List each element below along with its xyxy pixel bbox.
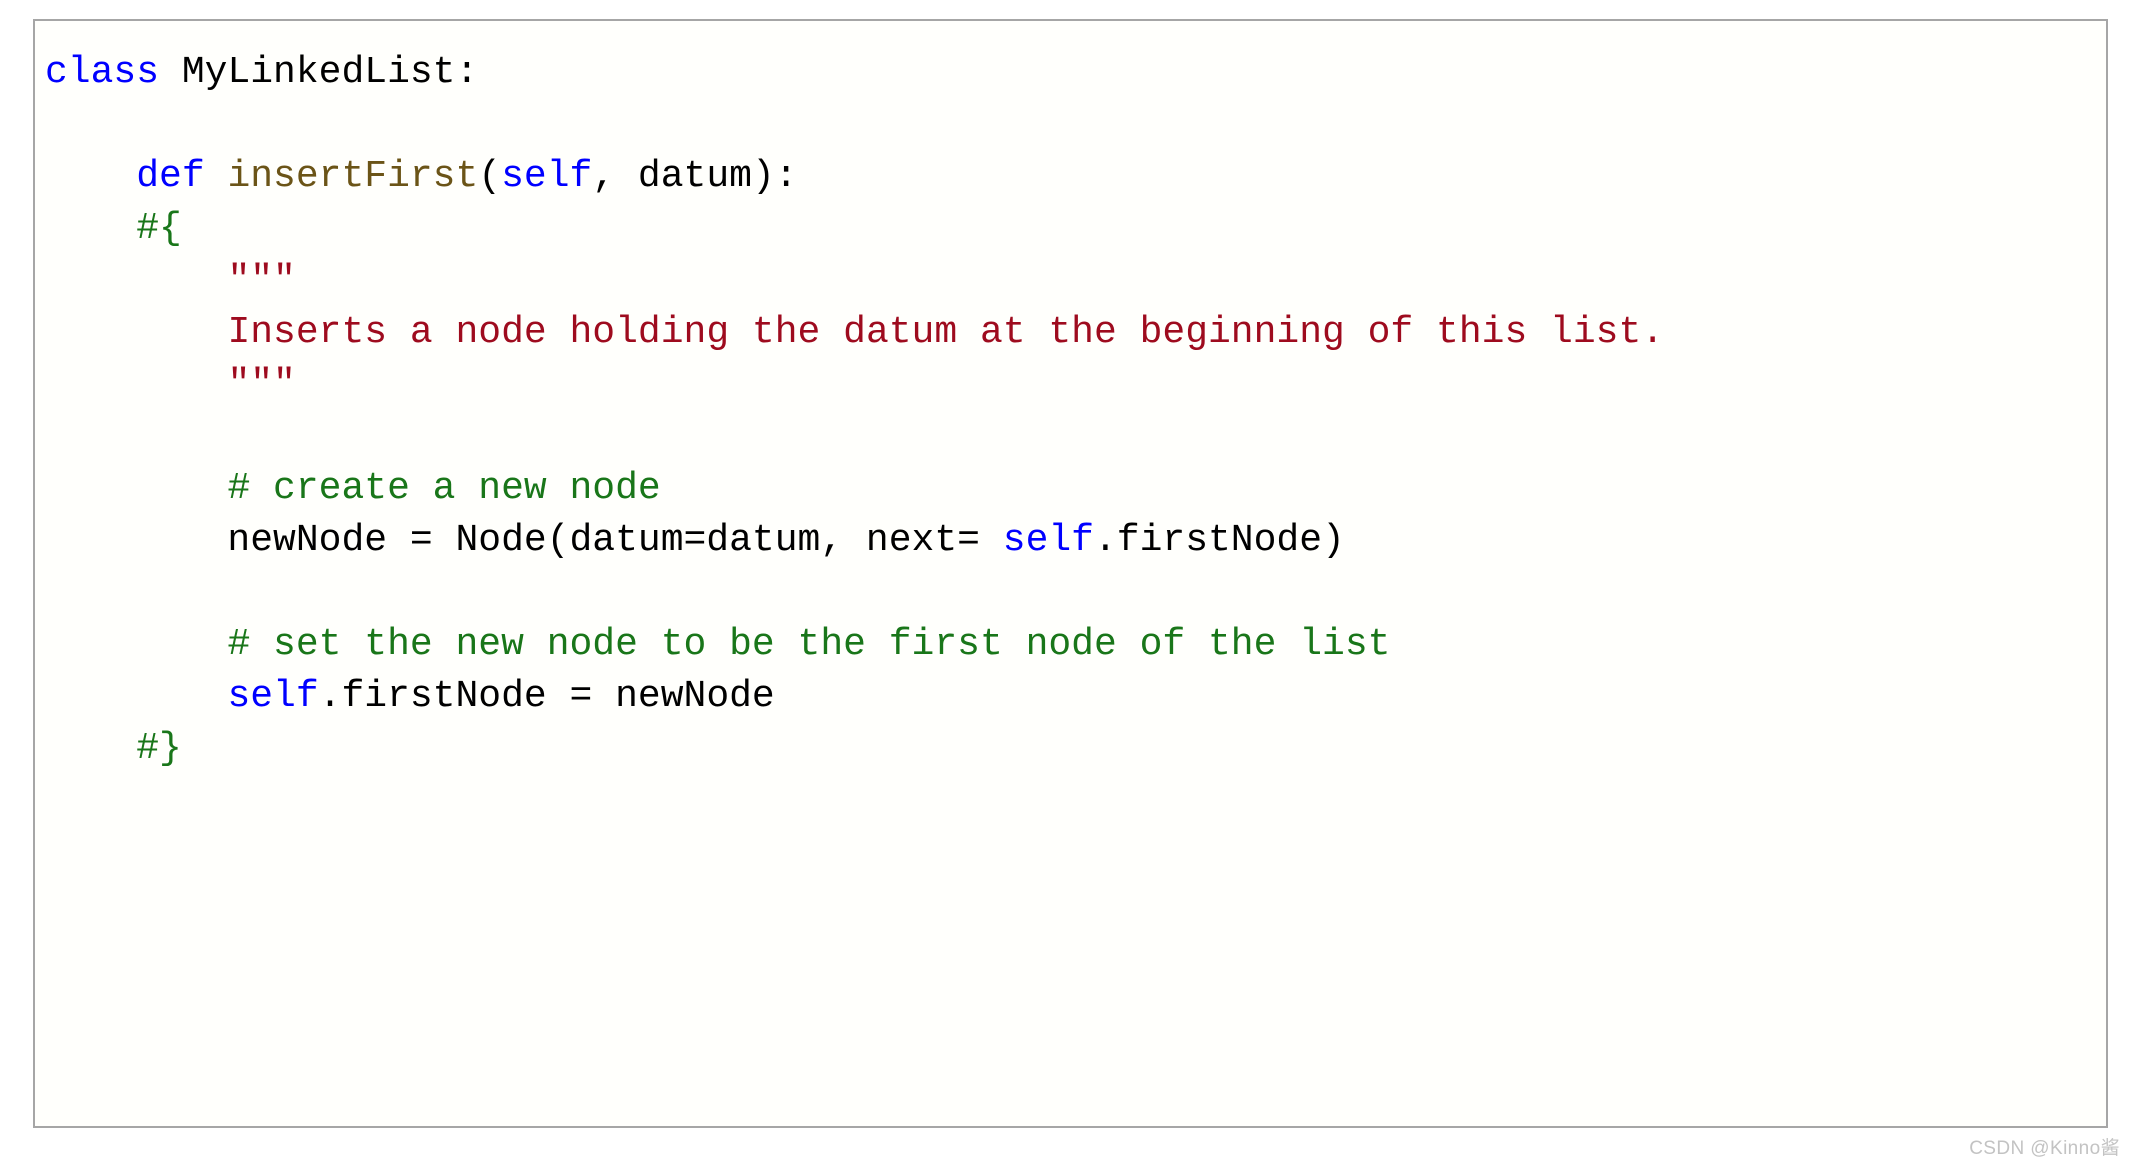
code-line: Inserts a node holding the datum at the …: [45, 307, 2106, 359]
code-card: class MyLinkedList: def insertFirst(self…: [33, 19, 2108, 1128]
code-line: self.firstNode = newNode: [45, 671, 2106, 723]
code-token: Inserts a node holding the datum at the …: [227, 311, 1665, 354]
code-line: class MyLinkedList:: [45, 47, 2106, 99]
code-line: """: [45, 359, 2106, 411]
code-token: #{: [136, 207, 182, 250]
watermark-label: CSDN @Kinno酱: [1969, 1138, 2120, 1159]
code-line: """: [45, 255, 2106, 307]
code-line: #}: [45, 723, 2106, 775]
code-token: (: [478, 155, 502, 198]
code-token: """: [227, 363, 296, 406]
code-line: # set the new node to be the first node …: [45, 619, 2106, 671]
code-line: # create a new node: [45, 463, 2106, 515]
code-block[interactable]: class MyLinkedList: def insertFirst(self…: [35, 21, 2106, 775]
code-line: newNode = Node(datum=datum, next= self.f…: [45, 515, 2106, 567]
code-token: .firstNode = newNode: [318, 675, 775, 718]
code-token: .firstNode): [1093, 519, 1345, 562]
code-token: class: [45, 51, 160, 94]
code-token: self: [227, 675, 319, 718]
code-line: def insertFirst(self, datum):: [45, 151, 2106, 203]
code-token: , datum):: [592, 155, 798, 198]
code-token: MyLinkedList:: [159, 51, 479, 94]
code-token: # set the new node to be the first node …: [227, 623, 1391, 666]
code-line: #{: [45, 203, 2106, 255]
code-token: insertFirst: [227, 155, 479, 198]
code-token: newNode = Node(datum=datum, next=: [45, 519, 1003, 562]
code-token: """: [227, 259, 296, 302]
code-token: # create a new node: [227, 467, 661, 510]
code-token: self: [501, 155, 593, 198]
code-token: self: [1002, 519, 1094, 562]
code-token: def: [136, 155, 205, 198]
code-token: #}: [136, 727, 182, 770]
